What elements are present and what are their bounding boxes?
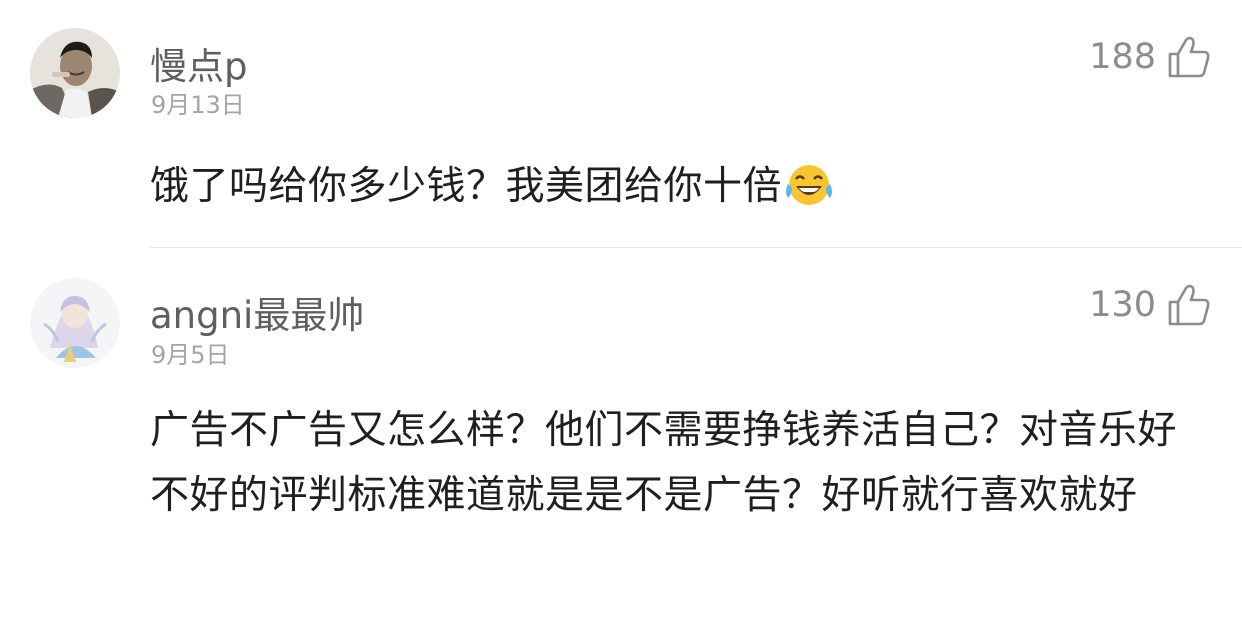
username[interactable]: 慢点p <box>150 36 248 90</box>
avatar[interactable] <box>30 28 120 118</box>
laughing-tears-emoji-icon <box>784 162 834 228</box>
like-button[interactable]: 188 <box>1089 32 1212 82</box>
thumbs-up-icon[interactable] <box>1166 282 1212 328</box>
thumbs-up-icon[interactable] <box>1166 34 1212 80</box>
comment-date: 9月5日 <box>151 341 230 369</box>
comment-text: 饿了吗给你多少钱？我美团给你十倍 <box>150 154 1210 228</box>
like-count: 188 <box>1089 37 1156 77</box>
comment-body: 广告不广告又怎么样？他们不需要挣钱养活自己？对音乐好不好的评判标准难道就是是不是… <box>150 408 1178 518</box>
comment-item: angni最最帅 9月5日 130 广告不广告又怎么样？他们不需要挣钱养活自己？… <box>0 248 1242 636</box>
comment-text: 广告不广告又怎么样？他们不需要挣钱养活自己？对音乐好不好的评判标准难道就是是不是… <box>150 398 1210 528</box>
comment-body: 饿了吗给你多少钱？我美团给你十倍 <box>150 164 783 209</box>
avatar[interactable] <box>30 278 120 368</box>
comment-item: 慢点p 9月13日 188 饿了吗给你多少钱？我美团给你十倍 <box>0 0 1242 248</box>
comment-date: 9月13日 <box>151 91 245 119</box>
username[interactable]: angni最最帅 <box>150 285 364 339</box>
like-button[interactable]: 130 <box>1089 280 1212 330</box>
like-count: 130 <box>1089 285 1156 325</box>
